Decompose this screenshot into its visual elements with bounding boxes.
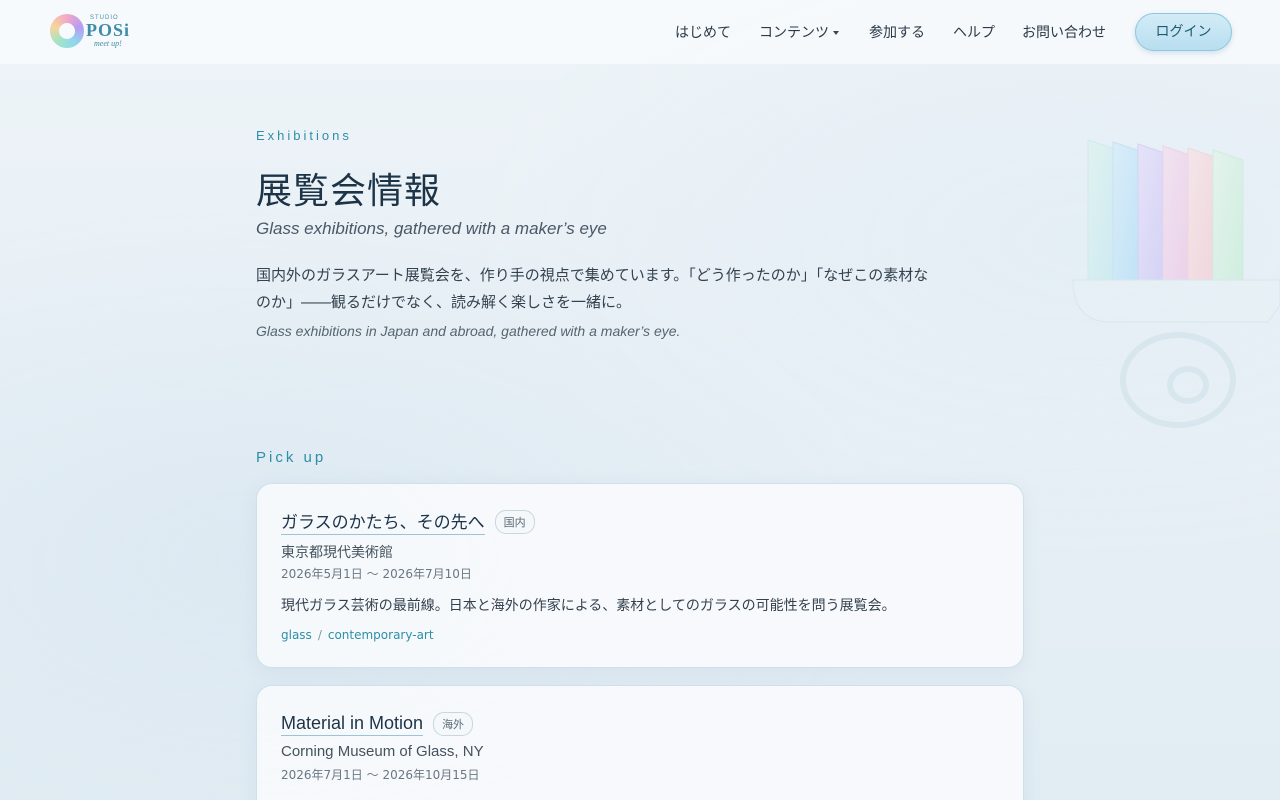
site-header: STUDIO POSi meet up! はじめて コンテンツ 参加する ヘルプ…: [0, 0, 1280, 64]
region-badge: 国内: [494, 509, 535, 534]
login-button[interactable]: ログイン: [1135, 13, 1232, 51]
nav-item-join[interactable]: 参加する: [869, 22, 925, 42]
exhibition-card[interactable]: ガラスのかたち、その先へ 国内 東京都現代美術館 2026年5月1日 〜 202…: [256, 483, 1024, 668]
nav-item-getting-started[interactable]: はじめて: [675, 22, 731, 42]
glass-panels-illustration: [1072, 139, 1280, 428]
tag-link[interactable]: glass: [281, 628, 312, 642]
tag-separator: /: [317, 628, 322, 642]
nav-item-contact[interactable]: お問い合わせ: [1022, 22, 1106, 42]
pickup-heading: Pick up: [256, 449, 327, 466]
exhibition-title-link[interactable]: Material in Motion: [281, 713, 424, 736]
exhibition-date: 2026年7月1日 〜 2026年10月15日: [281, 768, 480, 782]
hero-eyebrow: Exhibitions: [256, 128, 352, 143]
logo-tagline-text: meet up!: [94, 39, 122, 48]
logo-ring-icon: [50, 14, 84, 48]
card-title-row: Material in Motion 海外: [281, 712, 474, 736]
exhibition-title-link[interactable]: ガラスのかたち、その先へ: [281, 508, 485, 535]
exhibition-venue: Corning Museum of Glass, NY: [281, 743, 484, 760]
hero-description-en: Glass exhibitions in Japan and abroad, g…: [256, 323, 681, 339]
exhibition-venue: 東京都現代美術館: [281, 545, 393, 561]
nav-item-contents-label: コンテンツ: [759, 25, 829, 41]
exhibition-card[interactable]: Material in Motion 海外 Corning Museum of …: [256, 685, 1024, 800]
card-title-row: ガラスのかたち、その先へ 国内: [281, 508, 535, 535]
nav-item-contents[interactable]: コンテンツ: [759, 22, 839, 42]
studio-posi-logo[interactable]: STUDIO POSi meet up!: [48, 12, 134, 52]
nav-item-help[interactable]: ヘルプ: [953, 22, 995, 42]
logo-name-text: POSi: [86, 20, 131, 40]
hero-description: 国内外のガラスアート展覧会を、作り手の視点で集めています。「どう作ったのか」「な…: [256, 266, 929, 311]
region-badge: 海外: [433, 712, 474, 736]
tag-link[interactable]: contemporary-art: [328, 628, 434, 642]
exhibition-description: 現代ガラス芸術の最前線。日本と海外の作家による、素材としてのガラスの可能性を問う…: [281, 598, 896, 614]
exhibition-tags: glass / contemporary-art: [281, 628, 434, 642]
caret-down-icon: [833, 31, 839, 35]
page-title: 展覧会情報: [256, 171, 442, 212]
hero-subtitle: Glass exhibitions, gathered with a maker…: [256, 219, 607, 238]
exhibition-date: 2026年5月1日 〜 2026年7月10日: [281, 567, 472, 581]
